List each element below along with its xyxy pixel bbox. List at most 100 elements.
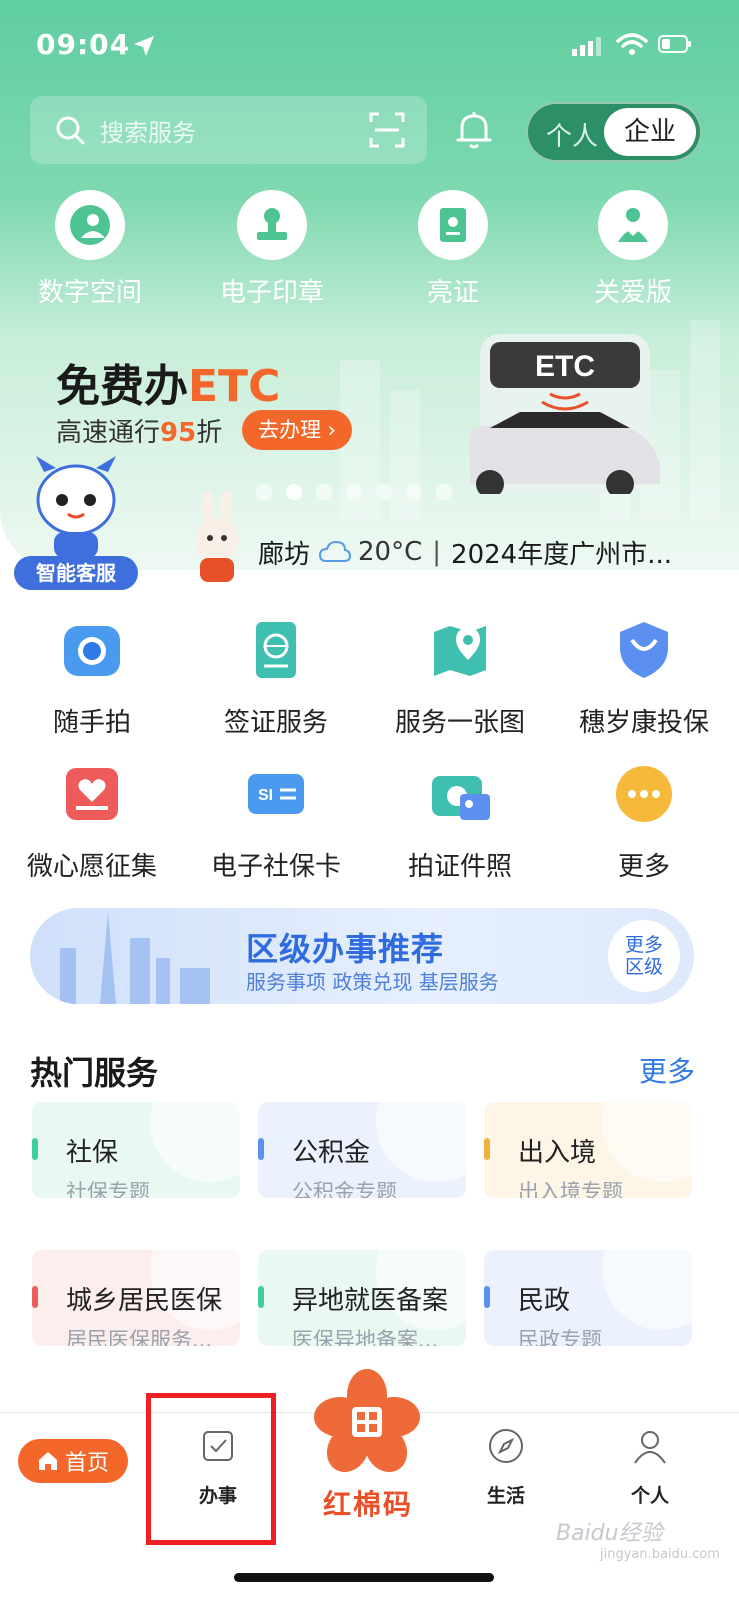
card-subtitle: 居民医保服务...: [66, 1328, 213, 1346]
map-icon: [434, 626, 486, 676]
search-icon: [56, 116, 85, 145]
wish-icon: [66, 768, 118, 820]
district-more-line2: 区级: [624, 956, 663, 978]
service-item-service-map[interactable]: 服务一张图: [368, 618, 552, 739]
district-title: 区级办事推荐: [246, 930, 445, 968]
hot-service-card-social-security[interactable]: 社保 社保专题: [32, 1102, 240, 1198]
pagination-dot: [436, 484, 452, 500]
care-icon: [618, 208, 648, 242]
banner-action-button[interactable]: 去办理 ›: [242, 410, 352, 450]
person-icon: [634, 1431, 666, 1464]
hot-service-card-housing-fund[interactable]: 公积金 公积金专题: [258, 1102, 466, 1198]
pagination-dot: [346, 484, 362, 500]
quick-actions: 数字空间 电子印章 亮证 关爱版: [0, 190, 739, 308]
status-time: 09:04: [36, 28, 131, 61]
quick-action-care[interactable]: 关爱版: [553, 190, 713, 309]
service-item-wish[interactable]: 微心愿征集: [0, 762, 184, 883]
card-decoration: [602, 1250, 692, 1330]
role-enterprise-option[interactable]: 企业: [604, 108, 696, 156]
pagination-dot: [376, 484, 392, 500]
card-title: 出入境: [518, 1138, 597, 1168]
role-toggle[interactable]: 个人 企业: [526, 102, 702, 162]
id-photo-icon: [432, 776, 490, 820]
service-item-snapshot[interactable]: 随手拍: [0, 618, 184, 739]
compass-icon: [489, 1429, 523, 1463]
cloud-icon: [319, 540, 352, 562]
news-ticker[interactable]: 2024年度广州市...: [451, 534, 672, 571]
pagination-dot: [406, 484, 422, 500]
quick-action-certificate[interactable]: 亮证: [373, 190, 533, 309]
service-label: 服务一张图: [394, 708, 525, 738]
wifi-icon: [616, 33, 648, 55]
tab-personal[interactable]: 个人: [600, 1427, 700, 1508]
service-label: 签证服务: [223, 708, 328, 738]
banner-title: 免费办ETC: [56, 350, 280, 414]
guangzhou-skyline-illustration: [60, 912, 210, 1004]
banner-subtitle: 高速通行95折: [56, 412, 222, 449]
district-subtitle: 服务事项 政策兑现 基层服务: [246, 970, 499, 994]
red-highlight-annotation: [146, 1393, 276, 1545]
banner-title-highlight: ETC: [188, 361, 281, 412]
card-title: 异地就医备案: [292, 1286, 449, 1316]
hot-services-more-link[interactable]: 更多: [639, 1050, 695, 1090]
divider: |: [432, 537, 442, 567]
svg-text:SI: SI: [258, 787, 273, 804]
hot-service-card-civil-affairs[interactable]: 民政 民政专题: [484, 1250, 692, 1346]
card-subtitle: 社保专题: [66, 1180, 150, 1198]
shield-icon: [620, 622, 668, 678]
service-label: 穗岁康投保: [578, 708, 709, 738]
card-accent-bar: [32, 1286, 38, 1308]
stamp-icon: [257, 208, 287, 240]
service-item-id-photo[interactable]: 拍证件照: [368, 762, 552, 883]
notification-bell-icon[interactable]: [452, 108, 496, 152]
tab-home[interactable]: 首页: [18, 1439, 128, 1483]
quick-action-label: 电子印章: [219, 278, 324, 308]
battery-icon: [658, 35, 691, 53]
service-item-visa[interactable]: 签证服务: [184, 618, 368, 739]
service-item-more[interactable]: 更多: [552, 762, 736, 883]
home-icon: [38, 1452, 57, 1470]
weather-temperature: 20°C: [358, 537, 423, 567]
card-title: 民政: [518, 1286, 571, 1316]
search-input[interactable]: 搜索服务: [30, 96, 427, 164]
scan-icon[interactable]: [369, 112, 405, 148]
district-recommendation-banner[interactable]: 区级办事推荐 服务事项 政策兑现 基层服务 更多 区级: [30, 908, 694, 1004]
card-accent-bar: [484, 1286, 490, 1308]
hot-service-card-exit-entry[interactable]: 出入境 出入境专题: [484, 1102, 692, 1198]
service-item-suikang-insurance[interactable]: 穗岁康投保: [552, 618, 736, 739]
smart-customer-service-label[interactable]: 智能客服: [14, 556, 138, 590]
card-accent-bar: [258, 1286, 264, 1308]
role-personal-option[interactable]: 个人: [546, 116, 598, 153]
card-title: 社保: [66, 1138, 119, 1168]
search-placeholder: 搜索服务: [100, 118, 196, 147]
red-cotton-flower-icon[interactable]: [312, 1367, 422, 1477]
service-label: 微心愿征集: [26, 852, 157, 882]
service-label: 更多: [617, 852, 670, 882]
district-more-button[interactable]: 更多 区级: [608, 920, 680, 992]
red-cotton-code-label[interactable]: 红棉码: [318, 1483, 418, 1523]
weather-news-row[interactable]: 廊坊 20°C | 2024年度广州市...: [258, 532, 728, 572]
quick-action-digital-space[interactable]: 数字空间: [10, 190, 170, 309]
banner-title-prefix: 免费办: [56, 361, 188, 412]
quick-action-stamp[interactable]: 电子印章: [192, 190, 352, 309]
card-decoration: [376, 1102, 466, 1182]
home-indicator: [234, 1573, 494, 1582]
etc-gate-text: ETC: [535, 350, 595, 383]
service-item-social-card[interactable]: SI 电子社保卡: [184, 762, 368, 883]
pagination-dot-active: [286, 484, 302, 500]
tab-home-label: 首页: [64, 1451, 109, 1476]
hot-service-card-remote-medical[interactable]: 异地就医备案 医保异地备案...: [258, 1250, 466, 1346]
weather-city: 廊坊: [258, 539, 311, 570]
digital-space-icon: [70, 205, 110, 245]
quick-action-label: 数字空间: [37, 278, 142, 308]
tab-personal-label: 个人: [630, 1485, 669, 1507]
pagination-dot: [316, 484, 332, 500]
hot-service-card-resident-medical[interactable]: 城乡居民医保 居民医保服务...: [32, 1250, 240, 1346]
cellular-signal-icon: [572, 37, 601, 56]
card-subtitle: 民政专题: [518, 1328, 602, 1346]
service-grid: 随手拍 签证服务 服务一张图 穗岁康投保 微心愿征集 SI 电子社保卡 拍证件照…: [0, 610, 739, 883]
tab-life[interactable]: 生活: [456, 1427, 556, 1508]
banner-subtitle-prefix: 高速通行: [56, 418, 161, 448]
location-arrow-icon: [134, 36, 154, 56]
quick-action-label: 亮证: [426, 278, 479, 308]
